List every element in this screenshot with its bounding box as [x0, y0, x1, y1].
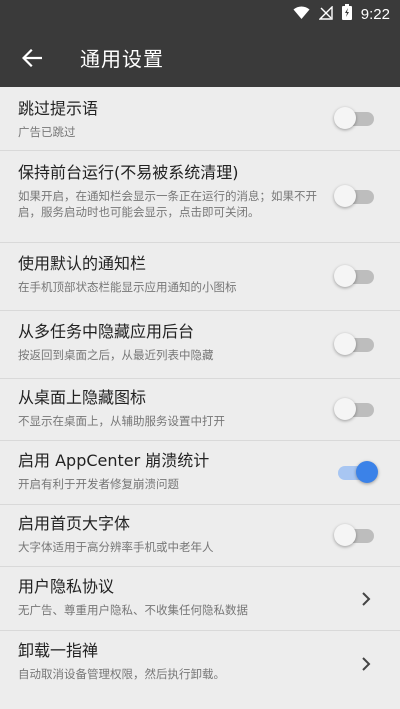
skip-tips-toggle[interactable] [334, 106, 374, 129]
setting-title: 用户隐私协议 [18, 577, 115, 596]
page-title: 通用设置 [80, 47, 164, 71]
status-bar: 9:22 [0, 0, 400, 28]
no-signal-icon [318, 4, 333, 24]
toggle-knob [334, 523, 356, 546]
setting-title: 从桌面上隐藏图标 [18, 388, 147, 407]
setting-large-font[interactable]: 启用首页大字体 大字体适用于高分辨率手机或中老年人 [0, 505, 400, 567]
setting-title: 保持前台运行(不易被系统清理) [18, 163, 239, 182]
toggle-knob [334, 106, 356, 129]
battery-icon [341, 4, 352, 24]
setting-subtitle: 按返回到桌面之后，从最近列表中隐藏 [18, 348, 214, 362]
back-arrow-icon[interactable] [20, 46, 44, 70]
setting-subtitle: 大字体适用于高分辨率手机或中老年人 [18, 540, 214, 554]
chevron-right-icon [358, 591, 374, 607]
setting-privacy-policy[interactable]: 用户隐私协议 无广告、尊重用户隐私、不收集任何隐私数据 [0, 567, 400, 631]
setting-subtitle: 自动取消设备管理权限，然后执行卸载。 [18, 667, 225, 681]
toggle-knob [334, 264, 356, 287]
setting-hide-icon[interactable]: 从桌面上隐藏图标 不显示在桌面上，从辅助服务设置中打开 [0, 379, 400, 441]
toggle-knob [356, 460, 378, 483]
wifi-icon [293, 5, 310, 24]
setting-title: 卸载一指禅 [18, 641, 99, 660]
status-time: 9:22 [360, 5, 390, 23]
setting-subtitle: 不显示在桌面上，从辅助服务设置中打开 [18, 414, 225, 428]
setting-default-notification[interactable]: 使用默认的通知栏 在手机顶部状态栏能显示应用通知的小图标 [0, 243, 400, 311]
toggle-knob [334, 397, 356, 420]
app-bar: 通用设置 [0, 28, 400, 87]
setting-subtitle: 在手机顶部状态栏能显示应用通知的小图标 [18, 280, 237, 294]
setting-skip-tips[interactable]: 跳过提示语 广告已跳过 [0, 87, 400, 151]
chevron-right-icon [358, 656, 374, 672]
large-font-toggle[interactable] [334, 523, 374, 546]
setting-appcenter-crash[interactable]: 启用 AppCenter 崩溃统计 开启有利于开发者修复崩溃问题 [0, 441, 400, 505]
setting-keep-foreground[interactable]: 保持前台运行(不易被系统清理) 如果开启，在通知栏会显示一条正在运行的消息；如果… [0, 151, 400, 243]
setting-subtitle: 无广告、尊重用户隐私、不收集任何隐私数据 [18, 603, 248, 617]
hide-from-recents-toggle[interactable] [334, 332, 374, 355]
setting-title: 跳过提示语 [18, 99, 99, 118]
toggle-knob [334, 184, 356, 207]
toggle-knob [334, 332, 356, 355]
setting-hide-from-recents[interactable]: 从多任务中隐藏应用后台 按返回到桌面之后，从最近列表中隐藏 [0, 311, 400, 379]
appcenter-crash-toggle[interactable] [338, 460, 378, 483]
setting-title: 从多任务中隐藏应用后台 [18, 322, 195, 341]
setting-title: 使用默认的通知栏 [18, 254, 147, 273]
setting-uninstall[interactable]: 卸载一指禅 自动取消设备管理权限，然后执行卸载。 [0, 631, 400, 697]
setting-title: 启用 AppCenter 崩溃统计 [18, 451, 210, 470]
setting-subtitle: 广告已跳过 [18, 125, 76, 139]
default-notification-toggle[interactable] [334, 264, 374, 287]
settings-list: 跳过提示语 广告已跳过 保持前台运行(不易被系统清理) 如果开启，在通知栏会显示… [0, 87, 400, 697]
setting-title: 启用首页大字体 [18, 514, 131, 533]
setting-subtitle: 如果开启，在通知栏会显示一条正在运行的消息；如果不开启，服务启动时也可能会显示，… [18, 189, 317, 219]
keep-foreground-toggle[interactable] [334, 184, 374, 207]
setting-subtitle: 开启有利于开发者修复崩溃问题 [18, 477, 179, 491]
hide-icon-toggle[interactable] [334, 397, 374, 420]
